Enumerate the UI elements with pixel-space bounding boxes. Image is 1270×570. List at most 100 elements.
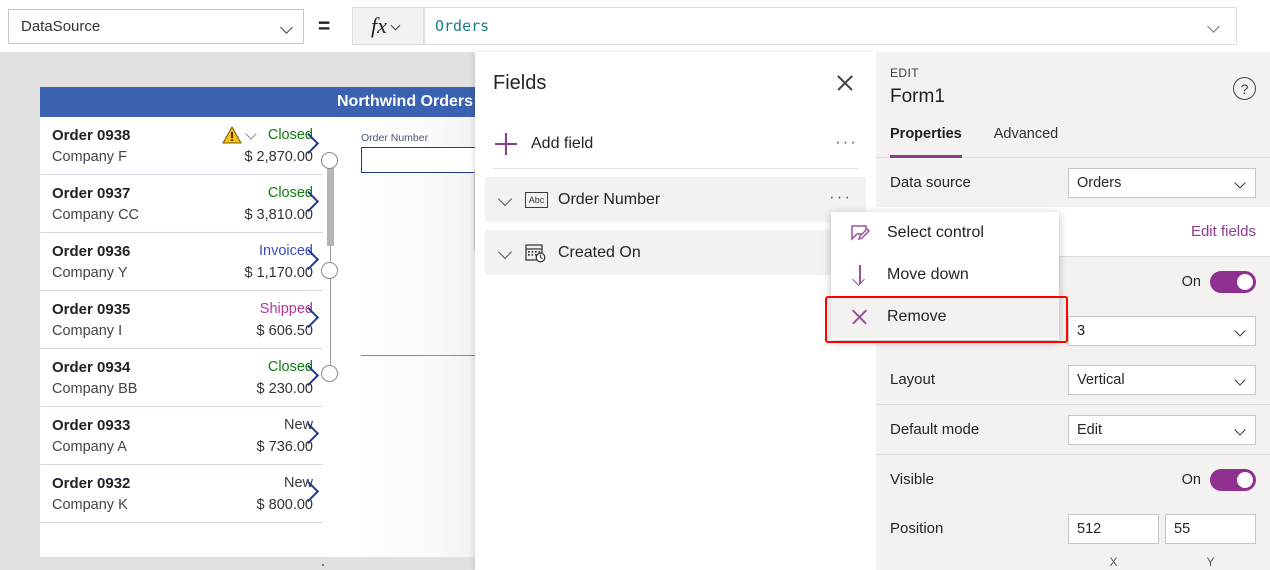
field-label: Order Number xyxy=(558,190,661,208)
property-selector-label: DataSource xyxy=(21,18,101,35)
chevron-down-icon[interactable] xyxy=(1208,19,1222,33)
tab-advanced[interactable]: Advanced xyxy=(994,124,1059,157)
add-field-row[interactable]: Add field ··· xyxy=(475,120,876,168)
equals-sign: = xyxy=(318,15,331,38)
row-default-mode: Default mode Edit xyxy=(876,405,1270,454)
field-item-order-number[interactable]: Abc Order Number ··· xyxy=(485,177,866,222)
gallery-row[interactable]: Order 0938 Closed Company F $ 2,870.00 xyxy=(40,117,323,175)
chevron-down-icon[interactable] xyxy=(497,244,515,262)
properties-tabs: Properties Advanced xyxy=(876,124,1270,158)
warning-icon xyxy=(222,126,242,144)
visible-label: Visible xyxy=(890,471,934,488)
gallery-order-number: Order 0932 xyxy=(52,474,131,492)
gallery-company: Company BB xyxy=(52,381,138,397)
layout-label: Layout xyxy=(890,371,936,388)
gallery-scrollbar-thumb[interactable] xyxy=(327,168,334,246)
row-visible: Visible On xyxy=(876,455,1270,504)
columns-select[interactable]: 3 xyxy=(1068,315,1256,346)
gallery-order-number: Order 0937 xyxy=(52,184,131,202)
data-source-value: Orders xyxy=(1077,174,1122,191)
edit-form[interactable]: Northwind Orders Order Number xyxy=(323,87,501,557)
order-number-label: Order Number xyxy=(361,132,429,144)
chevron-right-icon[interactable] xyxy=(301,421,317,447)
gallery-order-number: Order 0933 xyxy=(52,416,131,434)
menu-item-label: Remove xyxy=(887,308,947,325)
app-preview-frame[interactable]: Order 0938 Closed Company F $ 2,870.00 Order… xyxy=(40,87,501,557)
close-x-icon xyxy=(849,306,871,328)
gallery-company: Company K xyxy=(52,497,128,513)
visible-toggle[interactable] xyxy=(1210,468,1256,491)
close-icon[interactable] xyxy=(832,70,858,96)
add-field-label: Add field xyxy=(531,135,594,152)
gallery-company: Company CC xyxy=(52,207,140,223)
chevron-down-icon xyxy=(1235,176,1249,190)
selection-handle-middle[interactable] xyxy=(321,262,338,279)
columns-value: 3 xyxy=(1077,322,1086,339)
menu-item-select-control[interactable]: Select control xyxy=(831,212,1059,254)
field-item-created-on[interactable]: Created On xyxy=(485,230,866,275)
fx-button[interactable]: fx xyxy=(352,7,424,45)
app-title: Northwind Orders xyxy=(323,87,480,117)
chevron-right-icon[interactable] xyxy=(301,131,317,157)
arrow-down-icon xyxy=(849,264,871,286)
gallery-row[interactable]: Order 0932 New Company K $ 800.00 xyxy=(40,465,323,523)
gallery-header-band xyxy=(40,87,323,117)
gallery-row[interactable]: Order 0936 Invoiced Company Y $ 1,170.00 xyxy=(40,233,323,291)
position-x-input[interactable]: 512 xyxy=(1068,513,1159,544)
property-selector[interactable]: DataSource xyxy=(8,9,304,44)
fields-panel-title: Fields xyxy=(493,71,547,94)
menu-item-label: Move down xyxy=(887,266,969,283)
gallery-company: Company I xyxy=(52,323,123,339)
gallery-row[interactable]: Order 0934 Closed Company BB $ 230.00 xyxy=(40,349,323,407)
field-context-menu: Select control Move down Remove xyxy=(831,212,1059,340)
add-field-overflow-icon[interactable]: ··· xyxy=(835,133,858,156)
properties-header: EDIT Form1 ? xyxy=(876,52,1270,124)
toggle-knob xyxy=(1237,273,1253,290)
position-y-axis-label: Y xyxy=(1206,555,1215,569)
chevron-right-icon[interactable] xyxy=(301,479,317,505)
fields-panel-header: Fields xyxy=(475,52,876,114)
data-source-label: Data source xyxy=(890,174,971,191)
tab-properties[interactable]: Properties xyxy=(890,124,962,158)
chevron-down-icon[interactable] xyxy=(497,191,515,209)
gallery-row[interactable]: Order 0935 Shipped Company I $ 606.50 xyxy=(40,291,323,349)
snap-to-columns-toggle[interactable] xyxy=(1210,270,1256,293)
chevron-down-icon xyxy=(1235,373,1249,387)
gallery-company: Company Y xyxy=(52,265,128,281)
gallery-order-number: Order 0935 xyxy=(52,300,131,318)
chevron-right-icon[interactable] xyxy=(301,189,317,215)
data-source-select[interactable]: Orders xyxy=(1068,167,1256,198)
gallery-row[interactable]: Order 0937 Closed Company CC $ 3,810.00 xyxy=(40,175,323,233)
edit-kicker: EDIT xyxy=(890,66,919,80)
canvas-marker-dot xyxy=(322,564,324,566)
chevron-right-icon[interactable] xyxy=(301,363,317,389)
order-gallery[interactable]: Order 0938 Closed Company F $ 2,870.00 Order… xyxy=(40,87,323,557)
gallery-company: Company A xyxy=(52,439,127,455)
selection-handle-top[interactable] xyxy=(321,152,338,169)
abc-icon: Abc xyxy=(525,191,548,208)
chevron-right-icon[interactable] xyxy=(301,247,317,273)
plus-icon xyxy=(495,133,517,155)
selection-handle-bottom[interactable] xyxy=(321,365,338,382)
field-overflow-icon[interactable]: ··· xyxy=(829,188,852,211)
chevron-right-icon[interactable] xyxy=(301,305,317,331)
formula-text: Orders xyxy=(435,17,490,35)
layout-select[interactable]: Vertical xyxy=(1068,364,1256,395)
edit-fields-link[interactable]: Edit fields xyxy=(1191,223,1256,240)
fields-divider xyxy=(493,168,858,169)
order-number-input[interactable] xyxy=(361,147,489,173)
gallery-order-number: Order 0938 xyxy=(52,126,131,144)
menu-item-move-down[interactable]: Move down xyxy=(831,254,1059,296)
menu-item-remove[interactable]: Remove xyxy=(831,296,1059,338)
formula-bar: DataSource = fx Orders xyxy=(0,0,1270,52)
formula-input[interactable]: Orders xyxy=(424,7,1237,45)
snap-to-columns-state: On xyxy=(1181,273,1201,290)
selected-control-name: Form1 xyxy=(890,86,945,107)
fx-icon: fx xyxy=(371,13,387,38)
gallery-row[interactable]: Order 0933 New Company A $ 736.00 xyxy=(40,407,323,465)
default-mode-select[interactable]: Edit xyxy=(1068,414,1256,445)
help-icon[interactable]: ? xyxy=(1233,77,1256,100)
chevron-down-icon[interactable] xyxy=(244,130,260,140)
position-y-input[interactable]: 55 xyxy=(1165,513,1256,544)
default-mode-value: Edit xyxy=(1077,421,1102,438)
